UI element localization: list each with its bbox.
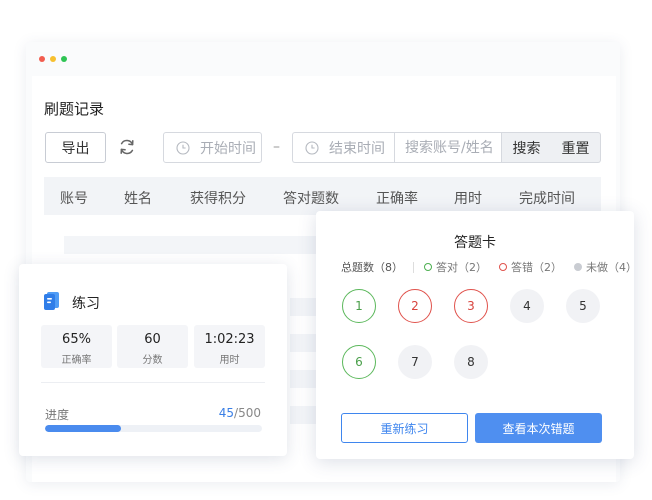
total-questions: 总题数（8） — [341, 261, 403, 274]
correct-marker-icon — [424, 263, 432, 271]
legend-wrong-label: 答错（2） — [511, 261, 562, 274]
score-stat: 60 分数 — [117, 325, 188, 368]
view-wrong-answers-button[interactable]: 查看本次错题 — [475, 413, 602, 443]
score-value: 60 — [144, 332, 161, 347]
question-bubble[interactable]: 3 — [454, 289, 488, 323]
progress-total: /500 — [234, 406, 261, 420]
answer-sheet-card: 答题卡 总题数（8） 答对（2） 答错（2） 未做（4） 12345 678 重新… — [316, 211, 637, 459]
progress-bar-fill — [45, 425, 121, 432]
page-title: 刷题记录 — [44, 100, 105, 118]
legend-wrong: 答错（2） — [499, 259, 562, 275]
search-button[interactable]: 搜索 — [501, 132, 551, 163]
progress-count: 45/500 — [219, 406, 261, 420]
question-bubble[interactable]: 2 — [398, 289, 432, 323]
end-date-picker[interactable]: 结束时间 — [292, 132, 395, 163]
column-header-finish-time[interactable]: 完成时间 — [519, 188, 575, 208]
practice-book-icon — [44, 292, 59, 310]
practice-summary-card: 练习 65% 正确率 60 分数 1:02:23 用时 进度 45/500 — [19, 264, 287, 456]
minimize-window-dot[interactable] — [50, 56, 56, 62]
column-header-accuracy[interactable]: 正确率 — [376, 188, 418, 208]
legend-undone: 未做（4） — [574, 259, 637, 275]
undone-marker-icon — [574, 263, 582, 271]
column-header-account[interactable]: 账号 — [60, 188, 88, 208]
export-button[interactable]: 导出 — [45, 132, 106, 163]
retry-practice-button[interactable]: 重新练习 — [341, 413, 468, 443]
start-date-picker[interactable]: 开始时间 — [163, 132, 262, 163]
divider — [41, 382, 265, 383]
legend-correct: 答对（2） — [424, 259, 487, 275]
practice-title: 练习 — [72, 296, 100, 312]
question-bubble[interactable]: 6 — [342, 345, 376, 379]
column-header-name[interactable]: 姓名 — [124, 188, 152, 208]
accuracy-label: 正确率 — [61, 355, 92, 366]
start-date-placeholder: 开始时间 — [200, 140, 256, 157]
progress-label: 进度 — [45, 408, 70, 422]
reset-button[interactable]: 重置 — [551, 132, 601, 163]
refresh-icon[interactable] — [117, 137, 137, 157]
legend-undone-label: 未做（4） — [586, 261, 637, 274]
column-header-correct-count[interactable]: 答对题数 — [283, 188, 339, 208]
score-label: 分数 — [142, 355, 163, 366]
wrong-marker-icon — [499, 263, 507, 271]
progress-current: 45 — [218, 406, 235, 420]
clock-icon — [176, 140, 190, 155]
answer-sheet-title: 答题卡 — [454, 235, 496, 251]
maximize-window-dot[interactable] — [61, 56, 67, 62]
question-bubble[interactable]: 8 — [454, 345, 488, 379]
search-input[interactable] — [394, 132, 502, 163]
question-bubble[interactable]: 4 — [510, 289, 544, 323]
duration-stat: 1:02:23 用时 — [194, 325, 265, 368]
question-bubble[interactable]: 7 — [398, 345, 432, 379]
accuracy-value: 65% — [62, 332, 91, 347]
close-window-dot[interactable] — [39, 56, 45, 62]
duration-value: 1:02:23 — [204, 332, 255, 347]
question-bubble[interactable]: 5 — [566, 289, 600, 323]
answer-legend: 总题数（8） 答对（2） 答错（2） 未做（4） — [341, 259, 649, 275]
window-titlebar — [26, 42, 620, 74]
legend-divider — [413, 261, 414, 273]
column-header-points[interactable]: 获得积分 — [190, 188, 246, 208]
clock-icon — [305, 140, 319, 155]
question-bubble[interactable]: 1 — [342, 289, 376, 323]
table-row-skeleton — [64, 236, 324, 254]
date-range-separator: – — [273, 139, 280, 155]
legend-correct-label: 答对（2） — [436, 261, 487, 274]
column-header-duration[interactable]: 用时 — [454, 188, 482, 208]
progress-bar — [45, 425, 262, 432]
accuracy-stat: 65% 正确率 — [41, 325, 112, 368]
end-date-placeholder: 结束时间 — [329, 140, 385, 157]
duration-label: 用时 — [219, 355, 240, 366]
table-header: 账号 姓名 获得积分 答对题数 正确率 用时 完成时间 — [44, 177, 601, 215]
